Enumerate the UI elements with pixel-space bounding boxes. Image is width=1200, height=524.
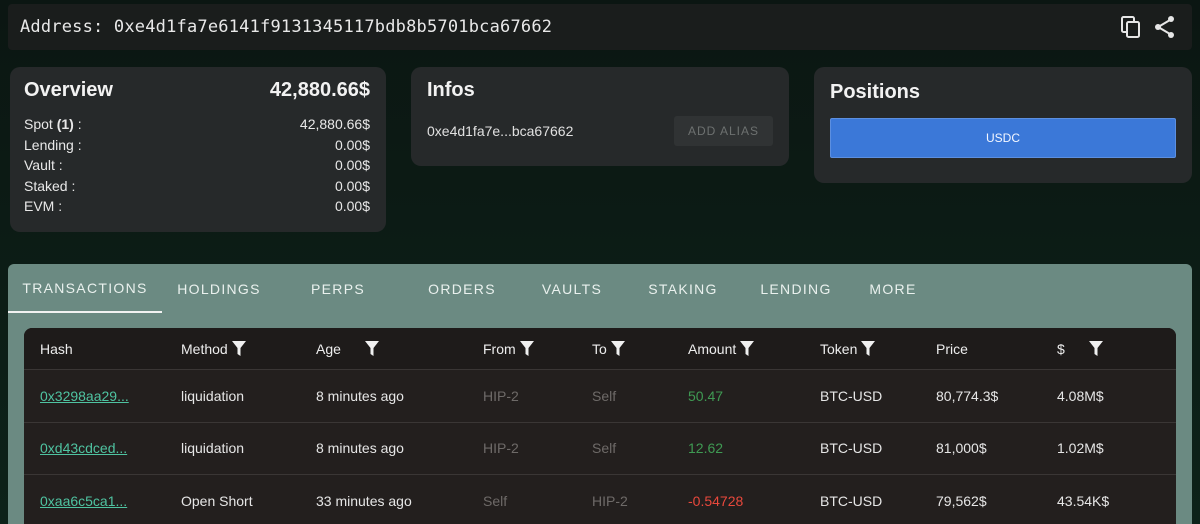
cell-token: BTC-USD — [820, 387, 883, 404]
filter-icon[interactable] — [861, 340, 876, 357]
filter-icon[interactable] — [1088, 340, 1103, 357]
address-bar: Address: 0xe4d1fa7e6141f9131345117bdb8b5… — [8, 4, 1192, 50]
cell-token: BTC-USD — [820, 440, 883, 457]
transactions-table: Hash Method Age From To Amount Token Price $ 0x3… — [24, 328, 1176, 524]
cell-price: 80,774.3$ — [936, 387, 999, 404]
column-header-label: Amount — [688, 340, 737, 357]
overview-row-label: Vault : — [24, 157, 63, 173]
filter-icon[interactable] — [231, 340, 246, 357]
tab-vaults[interactable]: VAULTS — [524, 264, 620, 313]
cell-hash[interactable]: 0xd43cdced... — [24, 440, 181, 456]
position-token-button[interactable]: USDC — [830, 118, 1176, 158]
cell-token: BTC-USD — [820, 492, 883, 509]
column-header-usd: $ — [1057, 340, 1176, 357]
tab-strip: TRANSACTIONS HOLDINGS PERPS ORDERS VAULTS STA… — [8, 264, 1192, 313]
positions-card: Positions USDC — [814, 67, 1192, 183]
tab-staking[interactable]: STAKING — [620, 264, 746, 313]
overview-title: Overview — [24, 79, 113, 101]
table-header: Hash Method Age From To Amount Token Price $ — [24, 328, 1176, 370]
tab-orders[interactable]: ORDERS — [400, 264, 524, 313]
column-header-token: Token — [820, 340, 936, 357]
cell-to: HIP-2 — [592, 492, 628, 509]
cell-hash[interactable]: 0x3298aa29... — [24, 388, 181, 404]
column-header-label: Price — [936, 340, 968, 357]
overview-row-label: Spot (1) : — [24, 116, 82, 132]
overview-row-label: EVM : — [24, 198, 63, 214]
filter-icon[interactable] — [610, 340, 625, 357]
overview-row-label: Staked : — [24, 177, 76, 194]
overview-row-value: 0.00$ — [334, 157, 370, 173]
address-label: Address: 0xe4d1fa7e6141f9131345117bdb8b5… — [20, 17, 553, 37]
overview-row-value: 0.00$ — [334, 198, 370, 214]
table-row: 0xd43cdced... liquidation 8 minutes ago HIP… — [24, 423, 1176, 475]
filter-icon[interactable] — [740, 340, 755, 357]
cell-from: HIP-2 — [483, 440, 519, 457]
share-icon[interactable] — [1154, 15, 1176, 39]
table-body: 0x3298aa29... liquidation 8 minutes ago HIP… — [24, 370, 1176, 524]
filter-icon[interactable] — [519, 340, 534, 357]
column-header-label: To — [592, 340, 607, 357]
cell-usd: 43.54K$ — [1057, 492, 1110, 509]
filter-icon[interactable] — [364, 340, 379, 357]
overview-row-label: Lending : — [24, 136, 82, 153]
tabs-panel: TRANSACTIONS HOLDINGS PERPS ORDERS VAULTS STA… — [8, 264, 1192, 524]
short-address: 0xe4d1fa7e...bca67662 — [427, 123, 574, 139]
column-header-label: From — [483, 340, 516, 357]
infos-card: Infos 0xe4d1fa7e...bca67662 ADD ALIAS — [411, 67, 789, 166]
cell-age: 33 minutes ago — [316, 492, 412, 509]
tab-lending[interactable]: LENDING — [746, 264, 846, 313]
cell-age: 8 minutes ago — [316, 440, 404, 457]
column-header-label: Age — [316, 340, 341, 357]
tab-holdings[interactable]: HOLDINGS — [162, 264, 276, 313]
positions-title: Positions — [830, 81, 921, 103]
cell-price: 79,562$ — [936, 492, 987, 509]
column-header-label: $ — [1057, 340, 1065, 357]
cell-method: Open Short — [181, 492, 253, 509]
column-header-age: Age — [316, 340, 483, 357]
overview-row: Lending : 0.00$ — [24, 135, 370, 156]
overview-row: Spot (1) : 42,880.66$ — [24, 114, 370, 135]
copy-icon[interactable] — [1120, 15, 1142, 39]
overview-total: 42,880.66$ — [269, 79, 370, 101]
cell-to: Self — [592, 387, 617, 404]
overview-row: EVM : 0.00$ — [24, 196, 370, 217]
tab-more[interactable]: MORE — [846, 264, 940, 313]
overview-card: Overview 42,880.66$ Spot (1) : 42,880.66$… — [10, 67, 386, 232]
overview-row-value: 42,880.66$ — [299, 116, 370, 132]
overview-row: Staked : 0.00$ — [24, 176, 370, 197]
column-header-label: Token — [820, 340, 858, 357]
cell-usd: 4.08M$ — [1057, 387, 1104, 404]
tab-perps[interactable]: PERPS — [276, 264, 400, 313]
column-header-price: Price — [936, 341, 1057, 357]
cell-method: liquidation — [181, 440, 245, 457]
table-row: 0x3298aa29... liquidation 8 minutes ago HIP… — [24, 370, 1176, 423]
column-header-hash: Hash — [24, 341, 181, 357]
cell-method: liquidation — [181, 387, 245, 404]
cell-amount: -0.54728 — [688, 492, 744, 509]
column-header-amount: Amount — [688, 340, 820, 357]
column-header-to: To — [592, 340, 688, 357]
overview-row: Vault : 0.00$ — [24, 155, 370, 176]
column-header-method: Method — [181, 340, 316, 357]
cell-usd: 1.02M$ — [1057, 440, 1104, 457]
cell-amount: 12.62 — [688, 440, 724, 457]
column-header-label: Hash — [40, 340, 73, 357]
cell-amount: 50.47 — [688, 387, 724, 404]
cell-from: Self — [483, 492, 508, 509]
overview-row-value: 0.00$ — [334, 177, 370, 194]
cell-hash[interactable]: 0xaa6c5ca1... — [24, 493, 181, 509]
wallet-address: 0xe4d1fa7e6141f9131345117bdb8b5701bca676… — [113, 17, 553, 37]
column-header-label: Method — [181, 340, 228, 357]
cell-age: 8 minutes ago — [316, 387, 404, 404]
infos-title: Infos — [427, 79, 475, 101]
cell-to: Self — [592, 440, 617, 457]
table-row: 0xaa6c5ca1... Open Short 33 minutes ago Sel… — [24, 475, 1176, 524]
cell-price: 81,000$ — [936, 440, 987, 457]
overview-row-value: 0.00$ — [334, 136, 370, 153]
column-header-from: From — [483, 340, 592, 357]
tab-transactions[interactable]: TRANSACTIONS — [8, 264, 162, 313]
add-alias-button[interactable]: ADD ALIAS — [673, 116, 773, 146]
cell-from: HIP-2 — [483, 387, 519, 404]
